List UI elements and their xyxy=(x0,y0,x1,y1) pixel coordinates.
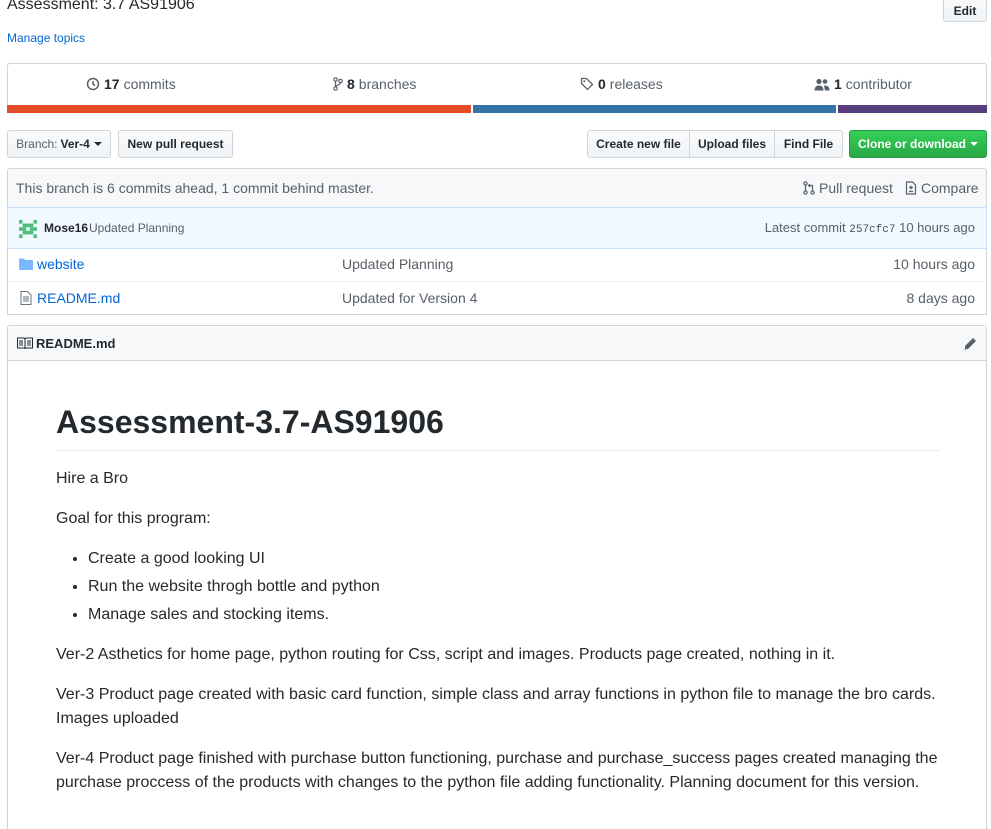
commit-age: 10 hours ago xyxy=(899,220,975,235)
find-file-button[interactable]: Find File xyxy=(774,130,843,158)
releases-count: 0 xyxy=(598,76,606,92)
readme-list: Create a good looking UI Run the website… xyxy=(88,547,940,627)
branches-count: 8 xyxy=(347,76,355,92)
folder-icon xyxy=(19,258,33,270)
commits-link[interactable]: 17 commits xyxy=(86,76,176,92)
language-bar[interactable] xyxy=(7,105,987,113)
file-age: 8 days ago xyxy=(906,290,976,306)
file-age: 10 hours ago xyxy=(893,256,975,272)
avatar[interactable] xyxy=(19,220,37,238)
contributors-count: 1 xyxy=(834,76,842,92)
readme-heading: Assessment-3.7-AS91906 xyxy=(56,402,940,451)
file-list: website Updated Planning 10 hours ago RE… xyxy=(7,248,987,315)
repo-description: Assessment: 3.7 AS91906 xyxy=(7,0,195,13)
diff-icon xyxy=(905,181,917,195)
list-item: Manage sales and stocking items. xyxy=(88,603,940,627)
commits-count: 17 xyxy=(104,76,120,92)
create-new-file-button[interactable]: Create new file xyxy=(587,130,690,158)
commit-sha[interactable]: 257cfc7 xyxy=(849,224,895,236)
edit-button[interactable]: Edit xyxy=(943,0,987,22)
compare-label: Compare xyxy=(921,180,979,196)
releases-label: releases xyxy=(609,76,663,92)
pull-request-link[interactable]: Pull request xyxy=(803,180,893,196)
file-name[interactable]: README.md xyxy=(37,290,120,306)
readme-title: README.md xyxy=(36,336,116,351)
manage-topics-link[interactable]: Manage topics xyxy=(7,31,85,45)
file-icon xyxy=(20,291,32,305)
contributors-link[interactable]: 1 contributor xyxy=(814,76,912,92)
branches-label: branches xyxy=(358,76,417,92)
language-segment[interactable] xyxy=(7,105,471,113)
list-item: Run the website throgh bottle and python xyxy=(88,575,940,599)
branches-link[interactable]: 8 branches xyxy=(333,76,416,92)
file-name[interactable]: website xyxy=(37,256,84,272)
pencil-icon[interactable] xyxy=(962,336,978,352)
compare-link[interactable]: Compare xyxy=(905,180,979,196)
branch-select[interactable]: Branch: Ver-4 xyxy=(7,130,111,158)
commits-label: commits xyxy=(123,76,176,92)
pull-request-icon xyxy=(803,181,815,195)
upload-files-button[interactable]: Upload files xyxy=(689,130,775,158)
readme-paragraph: Goal for this program: xyxy=(56,510,211,527)
pull-request-label: Pull request xyxy=(819,180,893,196)
readme-header: README.md xyxy=(8,326,986,361)
readme-paragraph: Ver-2 Asthetics for home page, python ro… xyxy=(56,646,836,663)
branch-icon xyxy=(333,77,343,91)
readme-panel: README.md Assessment-3.7-AS91906 Hire a … xyxy=(7,325,987,829)
file-commit-message[interactable]: Updated for Version 4 xyxy=(342,290,477,306)
readme-paragraph: Ver-4 Product page finished with purchas… xyxy=(56,750,938,791)
branch-status-text: This branch is 6 commits ahead, 1 commit… xyxy=(16,180,374,196)
caret-down-icon xyxy=(93,142,102,146)
history-icon xyxy=(86,77,100,91)
readme-paragraph: Ver-3 Product page created with basic ca… xyxy=(56,686,936,727)
commit-message[interactable]: Updated Planning xyxy=(89,221,184,235)
branch-prefix: Branch: xyxy=(16,137,58,151)
table-row: README.md Updated for Version 4 8 days a… xyxy=(8,281,986,314)
language-segment[interactable] xyxy=(837,105,987,113)
new-pull-request-button[interactable]: New pull request xyxy=(118,130,233,158)
releases-link[interactable]: 0 releases xyxy=(580,76,663,92)
file-commit-message[interactable]: Updated Planning xyxy=(342,256,453,272)
branch-name: Ver-4 xyxy=(60,137,90,151)
book-icon xyxy=(17,337,33,350)
caret-down-icon xyxy=(970,142,978,146)
readme-paragraph: Hire a Bro xyxy=(56,470,129,487)
commit-author[interactable]: Mose16 xyxy=(44,221,88,235)
latest-commit-bar: Mose16 Updated Planning Latest commit 25… xyxy=(7,207,987,249)
language-segment[interactable] xyxy=(472,105,836,113)
latest-commit-prefix: Latest commit xyxy=(764,220,846,235)
table-row: website Updated Planning 10 hours ago xyxy=(8,248,986,281)
people-icon xyxy=(814,78,830,90)
latest-commit-info: Latest commit 257cfc7 10 hours ago xyxy=(765,220,975,236)
tag-icon xyxy=(580,77,594,91)
clone-download-label: Clone or download xyxy=(858,137,966,151)
clone-download-button[interactable]: Clone or download xyxy=(849,130,987,158)
branch-status-bar: This branch is 6 commits ahead, 1 commit… xyxy=(7,168,987,208)
readme-content: Assessment-3.7-AS91906 Hire a Bro Goal f… xyxy=(56,402,940,811)
list-item: Create a good looking UI xyxy=(88,547,940,571)
contributors-label: contributor xyxy=(845,76,912,92)
